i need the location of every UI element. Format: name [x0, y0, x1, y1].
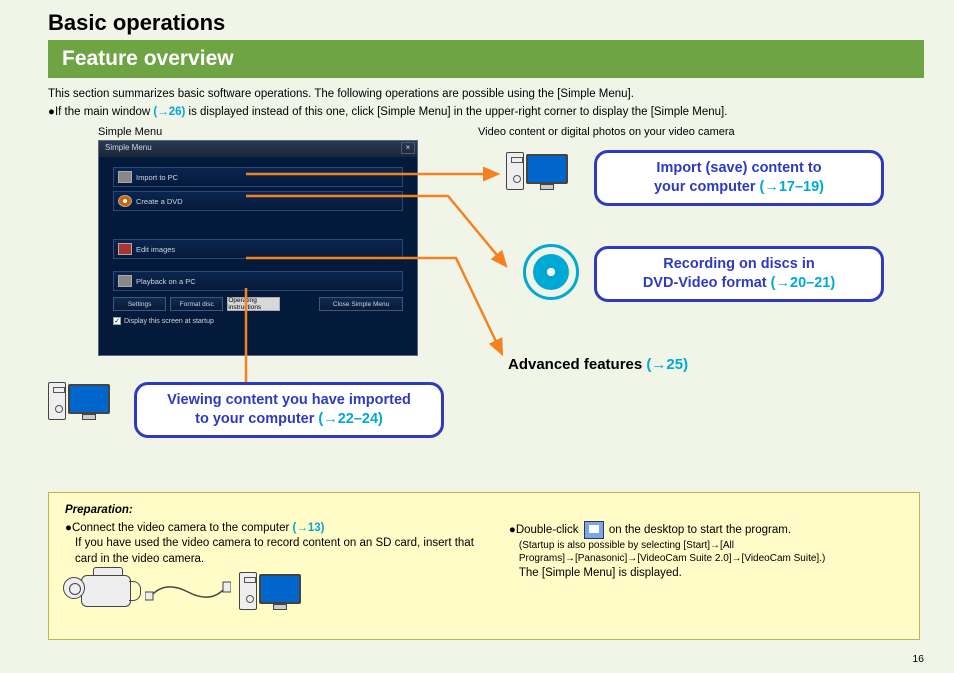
menu-item-edit[interactable]: Edit images	[113, 239, 403, 259]
disc-icon	[523, 244, 579, 300]
preparation-box: Preparation: ●Connect the video camera t…	[48, 492, 920, 640]
menu-item-create-dvd[interactable]: Create a DVD	[113, 191, 403, 211]
page-title: Basic operations	[48, 10, 924, 36]
section-heading: Feature overview	[48, 40, 924, 78]
computer-icon	[48, 382, 110, 420]
simple-menu-window: Simple Menu × Import to PC Create a DVD …	[98, 140, 418, 356]
menu-item-import[interactable]: Import to PC	[113, 167, 403, 187]
import-icon	[118, 171, 132, 183]
note-suffix: is displayed instead of this one, click …	[185, 106, 727, 118]
format-disc-button[interactable]: Format disc	[170, 297, 223, 311]
prep-right-col: ●Double-click on the desktop to start th…	[509, 521, 903, 582]
window-title: Simple Menu	[105, 143, 152, 152]
computer-icon	[239, 572, 301, 610]
callout-line1: Import (save) content to	[611, 159, 867, 178]
callout-line2: your computer	[654, 179, 760, 195]
dvd-icon	[118, 195, 132, 207]
prep-displayed-text: The [Simple Menu] is displayed.	[509, 566, 903, 582]
callout-dvd[interactable]: Recording on discs in DVD-Video format (…	[594, 246, 884, 302]
callout-line1: Recording on discs in	[611, 255, 867, 274]
menu-label: Playback on a PC	[136, 277, 196, 286]
page-number: 16	[912, 653, 924, 665]
monitor-icon	[526, 154, 568, 184]
preparation-title: Preparation:	[65, 503, 903, 519]
edit-icon	[118, 243, 132, 255]
prep-connect-text: Connect the video camera to the computer	[72, 522, 293, 534]
close-simple-menu-button[interactable]: Close Simple Menu	[319, 297, 403, 311]
startup-checkbox-row[interactable]: ✓ Display this screen at startup	[113, 317, 403, 325]
tower-icon	[48, 382, 66, 420]
page-ref-17-19[interactable]: (→17–19)	[760, 179, 824, 195]
checkbox-icon[interactable]: ✓	[113, 317, 121, 325]
simple-menu-label: Simple Menu	[98, 126, 162, 138]
note-prefix: If the main window	[55, 106, 153, 118]
page-ref-26[interactable]: (→26)	[153, 106, 185, 118]
diagram-area: Simple Menu Simple Menu × Import to PC C…	[48, 126, 924, 476]
adv-label: Advanced features	[508, 356, 646, 373]
close-icon[interactable]: ×	[401, 142, 415, 154]
playback-icon	[118, 275, 132, 287]
callout-viewing[interactable]: Viewing content you have imported to you…	[134, 382, 444, 438]
prep-left-col: ●Connect the video camera to the compute…	[65, 521, 479, 582]
intro-text: This section summarizes basic software o…	[48, 86, 924, 102]
hardware-illustration	[63, 567, 301, 615]
prep-sd-text: If you have used the video camera to rec…	[65, 536, 479, 567]
callout-line1: Viewing content you have imported	[151, 391, 427, 410]
page-ref-25[interactable]: (→25)	[646, 356, 688, 373]
menu-item-playback[interactable]: Playback on a PC	[113, 271, 403, 291]
program-desktop-icon	[584, 521, 604, 539]
tower-icon	[239, 572, 257, 610]
right-caption: Video content or digital photos on your …	[478, 126, 735, 138]
operating-instructions-button[interactable]: Operating instructions	[227, 297, 280, 311]
checkbox-label: Display this screen at startup	[124, 318, 214, 325]
menu-label: Import to PC	[136, 173, 178, 182]
callout-line2: to your computer	[195, 411, 318, 427]
window-titlebar: Simple Menu ×	[99, 141, 417, 157]
intro-note: ●If the main window (→26) is displayed i…	[48, 104, 924, 120]
page-ref-22-24[interactable]: (→22–24)	[318, 411, 382, 427]
camcorder-icon	[63, 567, 137, 615]
advanced-features-heading: Advanced features (→25)	[508, 356, 688, 373]
prep-startup-note: (Startup is also possible by selecting […	[509, 539, 903, 566]
settings-button[interactable]: Settings	[113, 297, 166, 311]
page-ref-20-21[interactable]: (→20–21)	[771, 275, 835, 291]
prep-dbl-a: Double-click	[516, 524, 582, 536]
callout-line2: DVD-Video format	[643, 275, 771, 291]
callout-import[interactable]: Import (save) content to your computer (…	[594, 150, 884, 206]
monitor-icon	[259, 574, 301, 604]
computer-icon	[506, 152, 568, 190]
prep-dbl-b: on the desktop to start the program.	[606, 524, 791, 536]
monitor-icon	[68, 384, 110, 414]
page-ref-13[interactable]: (→13)	[293, 522, 325, 534]
menu-label: Create a DVD	[136, 197, 183, 206]
tower-icon	[506, 152, 524, 190]
usb-cable-icon	[145, 576, 231, 606]
menu-label: Edit images	[136, 245, 175, 254]
